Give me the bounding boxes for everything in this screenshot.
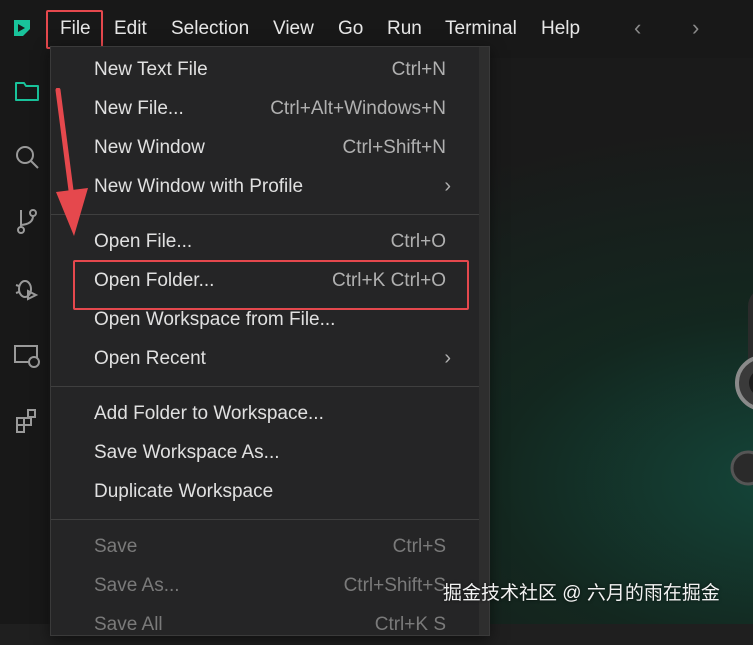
menu-item-save[interactable]: Save Ctrl+S: [51, 528, 479, 567]
activity-bar: [0, 58, 48, 624]
menu-item-label: Open Workspace from File...: [94, 309, 336, 330]
menu-item-new-text-file[interactable]: New Text File Ctrl+N: [51, 51, 479, 90]
menu-item-shortcut: Ctrl+K S: [374, 614, 446, 635]
menu-help[interactable]: Help: [541, 18, 580, 40]
chevron-left-icon[interactable]: ‹: [634, 16, 641, 40]
file-menu-highlight-box: [46, 10, 103, 49]
menu-item-label: Save Workspace As...: [94, 442, 280, 463]
menu-item-new-window-with-profile[interactable]: New Window with Profile ›: [51, 168, 479, 207]
run-debug-icon[interactable]: [12, 273, 42, 303]
menu-terminal[interactable]: Terminal: [445, 18, 517, 40]
menu-run[interactable]: Run: [387, 18, 422, 40]
menu-item-shortcut: Ctrl+S: [392, 536, 446, 557]
menu-item-label: New File...: [94, 98, 184, 119]
menu-item-save-workspace-as[interactable]: Save Workspace As...: [51, 434, 479, 473]
menu-separator: [51, 519, 479, 520]
open-folder-highlight-box: [73, 260, 469, 310]
menu-item-shortcut: Ctrl+N: [391, 59, 446, 80]
menu-item-label: New Window with Profile: [94, 176, 304, 197]
menu-item-new-window[interactable]: New Window Ctrl+Shift+N: [51, 129, 479, 168]
remote-explorer-icon[interactable]: [12, 341, 42, 371]
file-menu-dropdown: New Text File Ctrl+N New File... Ctrl+Al…: [50, 46, 490, 636]
menu-go[interactable]: Go: [338, 18, 363, 40]
menu-item-label: Add Folder to Workspace...: [94, 403, 324, 424]
menu-item-add-folder-to-workspace[interactable]: Add Folder to Workspace...: [51, 395, 479, 434]
menu-item-label: Save All: [94, 614, 163, 635]
extensions-icon[interactable]: [12, 406, 42, 436]
menu-item-label: Duplicate Workspace: [94, 481, 274, 502]
menu-item-shortcut: Ctrl+O: [390, 231, 446, 252]
menu-separator: [51, 214, 479, 215]
menu-item-shortcut: Ctrl+Shift+N: [342, 137, 446, 158]
menu-view[interactable]: View: [273, 18, 314, 40]
menu-item-label: New Text File: [94, 59, 208, 80]
menu-item-shortcut: Ctrl+Alt+Windows+N: [270, 98, 446, 119]
source-control-icon[interactable]: [12, 206, 42, 236]
menu-item-shortcut: Ctrl+Shift+S: [343, 575, 446, 596]
menu-scrollbar[interactable]: [479, 47, 489, 635]
menu-item-new-file[interactable]: New File... Ctrl+Alt+Windows+N: [51, 90, 479, 129]
annotation-arrow-icon: [55, 88, 88, 236]
submenu-chevron-icon: ›: [444, 175, 451, 197]
menu-item-duplicate-workspace[interactable]: Duplicate Workspace: [51, 473, 479, 512]
menu-item-label: New Window: [94, 137, 205, 158]
explorer-icon[interactable]: [12, 76, 42, 106]
menu-edit[interactable]: Edit: [114, 18, 147, 40]
menu-item-label: Save: [94, 536, 138, 557]
menu-separator: [51, 386, 479, 387]
app-logo-icon: [14, 20, 30, 36]
menu-item-open-file[interactable]: Open File... Ctrl+O: [51, 223, 479, 262]
menu-item-label: Open File...: [94, 231, 193, 252]
menu-item-save-all[interactable]: Save All Ctrl+K S: [51, 606, 479, 645]
watermark-text: 掘金技术社区 @ 六月的雨在掘金: [443, 583, 720, 604]
menu-item-label: Open Recent: [94, 348, 206, 369]
search-icon[interactable]: [12, 142, 42, 172]
submenu-chevron-icon: ›: [444, 347, 451, 369]
menu-item-save-as[interactable]: Save As... Ctrl+Shift+S: [51, 567, 479, 606]
robot-mascot-image: [730, 293, 753, 486]
menu-selection[interactable]: Selection: [171, 18, 249, 40]
menu-item-label: Save As...: [94, 575, 180, 596]
menu-item-open-recent[interactable]: Open Recent ›: [51, 340, 479, 379]
chevron-right-icon[interactable]: ›: [692, 16, 699, 40]
